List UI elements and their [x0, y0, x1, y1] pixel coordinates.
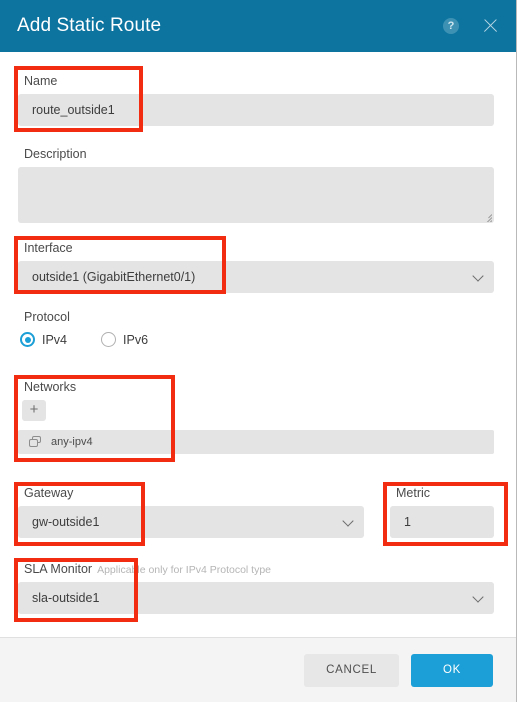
interface-select[interactable]: outside1 (GigabitEthernet0/1) [18, 261, 494, 293]
radio-ipv4-label: IPv4 [42, 332, 68, 347]
chevron-down-icon [474, 274, 482, 282]
sla-monitor-label: SLA Monitor Applicable only for IPv4 Prot… [24, 562, 271, 576]
sla-monitor-select[interactable]: sla-outside1 [18, 582, 494, 614]
protocol-label: Protocol [24, 310, 70, 324]
name-input[interactable]: route_outside1 [18, 94, 494, 126]
resize-grip-icon[interactable] [481, 211, 492, 222]
interface-label: Interface [24, 241, 73, 255]
dialog-footer: CANCEL OK [0, 637, 516, 702]
radio-ipv6[interactable] [101, 332, 117, 347]
radio-ipv6-label: IPv6 [123, 332, 149, 347]
interface-value: outside1 (GigabitEthernet0/1) [32, 270, 196, 284]
help-icon[interactable]: ? [443, 18, 459, 34]
close-icon[interactable] [481, 17, 499, 35]
network-list-item[interactable]: any-ipv4 [18, 430, 494, 454]
metric-input[interactable]: 1 [390, 506, 494, 538]
gateway-label: Gateway [24, 486, 74, 500]
dialog-body: Name route_outside1 Description Interfac… [0, 52, 516, 637]
sla-monitor-label-text: SLA Monitor [24, 562, 93, 576]
chevron-down-icon [344, 519, 352, 527]
dialog-titlebar: Add Static Route ? [0, 0, 516, 52]
gateway-select[interactable]: gw-outside1 [18, 506, 364, 538]
protocol-radio-group: IPv4 IPv6 [20, 332, 148, 347]
sla-monitor-value: sla-outside1 [32, 591, 100, 605]
add-network-button[interactable]: + [22, 400, 46, 421]
chevron-down-icon [474, 595, 482, 603]
description-textarea[interactable] [18, 167, 494, 223]
networks-label: Networks [24, 380, 77, 394]
ok-button[interactable]: OK [411, 653, 493, 687]
metric-label: Metric [396, 486, 431, 500]
radio-ipv4[interactable] [20, 332, 35, 347]
dialog-title: Add Static Route [17, 15, 162, 36]
network-item-label: any-ipv4 [51, 436, 93, 448]
name-label: Name [24, 74, 58, 88]
sla-monitor-hint: Applicable only for IPv4 Protocol type [97, 564, 272, 576]
cancel-button[interactable]: CANCEL [304, 653, 399, 687]
description-label: Description [24, 147, 87, 161]
network-object-icon [29, 436, 42, 448]
add-static-route-dialog: Add Static Route ? Name route_outside1 D… [0, 0, 517, 702]
gateway-value: gw-outside1 [32, 515, 100, 529]
